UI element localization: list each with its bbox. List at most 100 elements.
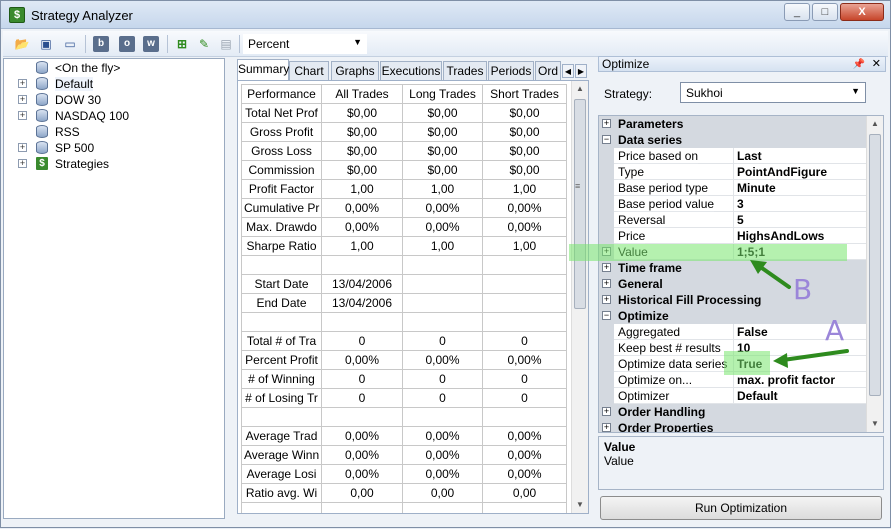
expand-icon[interactable]: + <box>18 143 27 152</box>
property-row[interactable]: Type PointAndFigure <box>599 164 867 180</box>
add-icon[interactable]: ⊞ <box>173 35 191 53</box>
property-row[interactable]: Reversal 5 <box>599 212 867 228</box>
tab-executions[interactable]: Executions <box>380 61 442 81</box>
close-button[interactable]: X <box>840 3 884 21</box>
property-category[interactable]: + Time frame <box>599 260 867 276</box>
column-header[interactable]: Long Trades <box>402 84 483 104</box>
table-row[interactable]: Total Net Prof $0,00 $0,00 $0,00 <box>241 103 567 123</box>
column-header[interactable]: All Trades <box>321 84 403 104</box>
table-row[interactable]: Total # of Tra 0 0 0 <box>241 331 567 351</box>
table-row[interactable] <box>241 255 567 275</box>
property-value[interactable]: 5 <box>737 213 744 227</box>
table-row[interactable]: Average Trad 0,00% 0,00% 0,00% <box>241 426 567 446</box>
tab-trades[interactable]: Trades <box>443 61 487 81</box>
expand-icon[interactable]: + <box>602 263 611 272</box>
collapse-icon[interactable]: − <box>602 135 611 144</box>
delete-icon[interactable]: ▤ <box>217 35 235 53</box>
scroll-up-icon[interactable]: ▲ <box>572 81 588 97</box>
table-row[interactable]: Average Winn 0,00% 0,00% 0,00% <box>241 445 567 465</box>
expand-icon[interactable]: + <box>602 423 611 432</box>
table-row[interactable]: Cumulative Pr 0,00% 0,00% 0,00% <box>241 198 567 218</box>
table-row[interactable]: Start Date 13/04/2006 <box>241 274 567 294</box>
expand-icon[interactable]: + <box>18 159 27 168</box>
scroll-up-icon[interactable]: ▲ <box>867 116 883 132</box>
display-unit-select[interactable]: Percent ▼ <box>243 34 367 54</box>
maximize-button[interactable]: □ <box>812 3 838 21</box>
walk-forward-button-icon[interactable]: w <box>143 36 159 52</box>
property-row[interactable]: Base period type Minute <box>599 180 867 196</box>
collapse-icon[interactable]: − <box>602 311 611 320</box>
property-category[interactable]: + Order Handling <box>599 404 867 420</box>
table-row[interactable] <box>241 312 567 332</box>
save-icon[interactable]: ▣ <box>37 35 55 53</box>
expand-icon[interactable]: + <box>18 111 27 120</box>
table-row[interactable]: # of Winning 0 0 0 <box>241 369 567 389</box>
tab-summary[interactable]: Summary <box>237 59 289 81</box>
table-row[interactable]: Max. Drawdo 0,00% 0,00% 0,00% <box>241 217 567 237</box>
tab-graphs[interactable]: Graphs <box>331 61 379 81</box>
tab-orders[interactable]: Ord <box>535 61 561 81</box>
table-row[interactable]: Profit Factor 1,00 1,00 1,00 <box>241 179 567 199</box>
property-value[interactable]: Last <box>737 149 762 163</box>
table-row[interactable]: Gross Profit $0,00 $0,00 $0,00 <box>241 122 567 142</box>
property-grid-scrollbar[interactable]: ▲ ▼ <box>866 116 883 432</box>
expand-icon[interactable]: + <box>18 79 27 88</box>
table-row[interactable] <box>241 407 567 427</box>
scroll-down-icon[interactable]: ▼ <box>867 416 883 432</box>
table-row[interactable]: Percent Profit 0,00% 0,00% 0,00% <box>241 350 567 370</box>
property-row[interactable]: Optimizer Default <box>599 388 867 404</box>
property-value[interactable]: max. profit factor <box>737 373 835 387</box>
tree-item-nasdaq-100[interactable]: + NASDAQ 100 <box>4 108 224 124</box>
run-optimization-button[interactable]: Run Optimization <box>600 496 882 520</box>
close-icon[interactable]: ✕ <box>872 57 881 71</box>
tree-item-default[interactable]: + Default <box>4 76 224 92</box>
scroll-down-icon[interactable]: ▼ <box>572 497 588 513</box>
tab-scroll-left-icon[interactable]: ◀ <box>562 64 574 78</box>
property-value[interactable]: PointAndFigure <box>737 165 827 179</box>
property-category[interactable]: + Order Properties <box>599 420 867 432</box>
expand-icon[interactable]: + <box>602 119 611 128</box>
property-row[interactable]: Base period value 3 <box>599 196 867 212</box>
strategy-select[interactable]: Sukhoi ▼ <box>680 82 866 103</box>
expand-icon[interactable]: + <box>602 295 611 304</box>
property-category[interactable]: + Parameters <box>599 116 867 132</box>
tab-scroll-right-icon[interactable]: ▶ <box>575 64 587 78</box>
table-row[interactable]: Commission $0,00 $0,00 $0,00 <box>241 160 567 180</box>
property-value[interactable]: False <box>737 325 768 339</box>
property-value[interactable]: Default <box>737 389 778 403</box>
property-row[interactable]: Price HighsAndLows <box>599 228 867 244</box>
tree-item-dow-30[interactable]: + DOW 30 <box>4 92 224 108</box>
expand-icon[interactable]: + <box>602 407 611 416</box>
tree-item-strategies[interactable]: + $ Strategies <box>4 156 224 172</box>
table-row[interactable]: Ratio avg. Wi 0,00 0,00 0,00 <box>241 483 567 503</box>
property-category[interactable]: + Historical Fill Processing <box>599 292 867 308</box>
grid-scrollbar[interactable]: ▲ ≡ ▼ <box>571 81 588 513</box>
property-row[interactable]: Price based on Last <box>599 148 867 164</box>
table-row[interactable]: # of Losing Tr 0 0 0 <box>241 388 567 408</box>
scroll-thumb[interactable] <box>574 99 586 309</box>
column-header[interactable]: Short Trades <box>482 84 567 104</box>
column-header[interactable]: Performance <box>241 84 322 104</box>
scroll-thumb[interactable] <box>869 134 881 396</box>
property-value[interactable]: 3 <box>737 197 744 211</box>
table-row[interactable] <box>241 502 567 513</box>
table-row[interactable]: End Date 13/04/2006 <box>241 293 567 313</box>
tree-item-sp-500[interactable]: + SP 500 <box>4 140 224 156</box>
property-value[interactable]: Minute <box>737 181 776 195</box>
table-row[interactable]: Sharpe Ratio 1,00 1,00 1,00 <box>241 236 567 256</box>
table-row[interactable]: Average Losi 0,00% 0,00% 0,00% <box>241 464 567 484</box>
tab-periods[interactable]: Periods <box>488 61 534 81</box>
pin-icon[interactable]: 📌 <box>853 58 865 72</box>
property-value[interactable]: HighsAndLows <box>737 229 824 243</box>
tree-item-on-the-fly[interactable]: <On the fly> <box>4 60 224 76</box>
property-category[interactable]: + General <box>599 276 867 292</box>
comment-icon[interactable]: ▭ <box>61 35 79 53</box>
backtest-button-icon[interactable]: b <box>93 36 109 52</box>
tree-item-rss[interactable]: RSS <box>4 124 224 140</box>
edit-icon[interactable]: ✎ <box>195 35 213 53</box>
expand-icon[interactable]: + <box>602 279 611 288</box>
table-row[interactable]: Gross Loss $0,00 $0,00 $0,00 <box>241 141 567 161</box>
open-folder-icon[interactable]: 📂 <box>13 35 31 53</box>
optimize-button-icon[interactable]: o <box>119 36 135 52</box>
tab-chart[interactable]: Chart <box>289 61 329 81</box>
